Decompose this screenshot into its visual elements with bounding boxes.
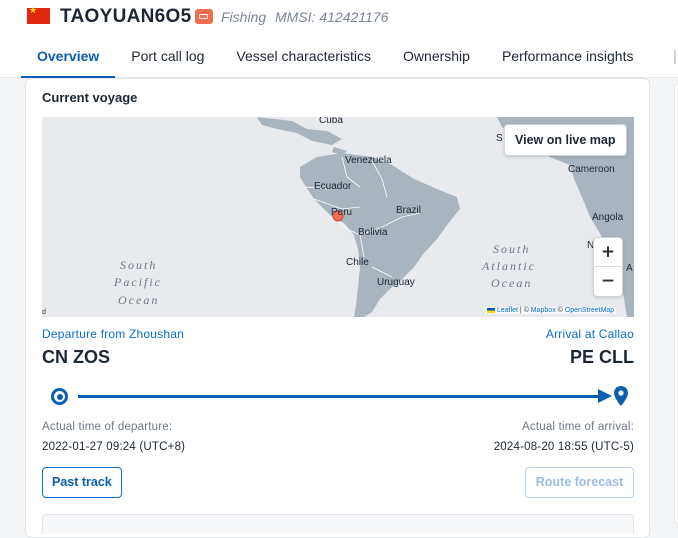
fishing-vessel-icon [195, 9, 213, 24]
arrival-port-label[interactable]: Arrival at Callao [546, 327, 634, 341]
vessel-mmsi: MMSI: 412421176 [275, 9, 389, 25]
map-label-cameroon: Cameroon [568, 164, 615, 175]
map-label-a-truncated: A [626, 263, 633, 274]
route-line [78, 395, 604, 398]
zoom-control: + − [593, 237, 623, 297]
tab-performance-insights[interactable]: Performance insights [486, 38, 650, 78]
tab-bar: Overview Port call log Vessel characteri… [21, 38, 649, 78]
map-label-angola: Angola [592, 212, 624, 223]
map-label-south-pacific-3: Ocean [118, 293, 159, 307]
arrival-port-code: PE CLL [569, 347, 634, 367]
tab-overflow-indicator [674, 50, 676, 64]
map-label-s-truncated: S [496, 133, 503, 144]
departure-time-value: 2022-01-27 09:24 (UTC+8) [42, 441, 186, 453]
map-label-cuba: Cuba [319, 117, 343, 126]
destination-pin-icon [614, 386, 628, 406]
voyage-progress-route [42, 385, 634, 409]
vessel-header: ★ TAOYUAN6O5 Fishing MMSI: 412421176 Ove… [0, 0, 678, 78]
origin-circle-icon [51, 388, 68, 405]
route-forecast-button[interactable]: Route forecast [525, 467, 634, 498]
route-arrow-icon [598, 389, 612, 403]
map-label-south-atlantic-1: South [493, 242, 530, 256]
tab-vessel-characteristics[interactable]: Vessel characteristics [220, 38, 387, 78]
attribution-separator: | © [517, 307, 531, 314]
tab-port-call-log[interactable]: Port call log [115, 38, 220, 78]
arrival-time-label: Actual time of arrival: [522, 421, 634, 433]
mapbox-link[interactable]: Mapbox [531, 307, 556, 314]
current-voyage-card: Current voyage Cuba Venezuela Ecuador Pe… [25, 78, 650, 538]
openstreetmap-link[interactable]: OpenStreetMap [565, 307, 614, 314]
map-label-venezuela: Venezuela [345, 155, 392, 166]
vessel-type: Fishing [221, 9, 267, 25]
voyage-map[interactable]: Cuba Venezuela Ecuador Peru Brazil Boliv… [42, 117, 634, 317]
tab-overview[interactable]: Overview [21, 38, 116, 78]
ukraine-flag-icon [487, 307, 495, 313]
leaflet-link[interactable]: Leaflet [497, 307, 518, 314]
map-label-bolivia: Bolivia [358, 227, 388, 238]
china-flag-icon: ★ [27, 6, 50, 24]
map-label-brazil: Brazil [396, 205, 421, 216]
map-label-chile: Chile [346, 257, 369, 268]
departure-port-label[interactable]: Departure from Zhoushan [42, 327, 184, 341]
tab-ownership[interactable]: Ownership [387, 38, 486, 78]
departure-time-label: Actual time of departure: [42, 421, 173, 433]
arrival-time-value: 2024-08-20 18:55 (UTC-5) [493, 441, 634, 453]
side-card-edge [674, 84, 678, 524]
map-label-south-pacific-2: Pacific [113, 275, 162, 289]
zoom-in-button[interactable]: + [594, 238, 622, 267]
map-label-ecuador: Ecuador [314, 181, 352, 192]
vessel-name: TAOYUAN6O5 [60, 6, 192, 27]
departure-port-code: CN ZOS [42, 347, 111, 367]
map-label-south-atlantic-2: Atlantic [481, 259, 536, 273]
card-title: Current voyage [42, 90, 138, 105]
map-label-peru: Peru [331, 207, 352, 218]
past-track-button[interactable]: Past track [42, 467, 122, 498]
map-label-uruguay: Uruguay [377, 277, 415, 288]
next-section-edge [42, 514, 634, 534]
map-attribution: Leaflet | © Mapbox © OpenStreetMap [485, 307, 617, 314]
map-label-south-atlantic-3: Ocean [491, 276, 532, 290]
map-corner-label: d [42, 309, 46, 316]
view-on-live-map-button[interactable]: View on live map [504, 124, 627, 156]
attribution-separator: © [555, 307, 565, 314]
zoom-out-button[interactable]: − [594, 267, 622, 296]
map-label-south-pacific-1: South [120, 258, 157, 272]
